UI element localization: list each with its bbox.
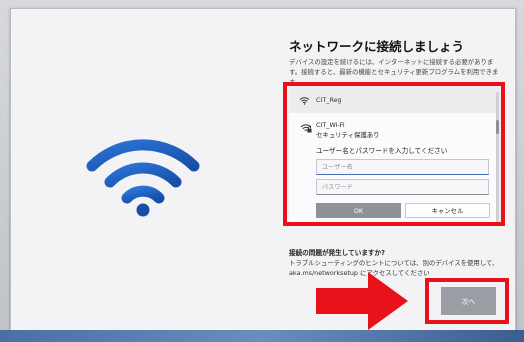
page-title: ネットワークに接続しましょう [289, 39, 465, 54]
highlight-box-network [283, 82, 505, 226]
wifi-illustration-icon [86, 139, 200, 217]
highlight-box-next [425, 278, 509, 324]
help-title: 接続の問題が発生していますか? [289, 249, 385, 257]
taskbar-strip [0, 330, 524, 342]
arrow-right-icon [316, 272, 408, 330]
